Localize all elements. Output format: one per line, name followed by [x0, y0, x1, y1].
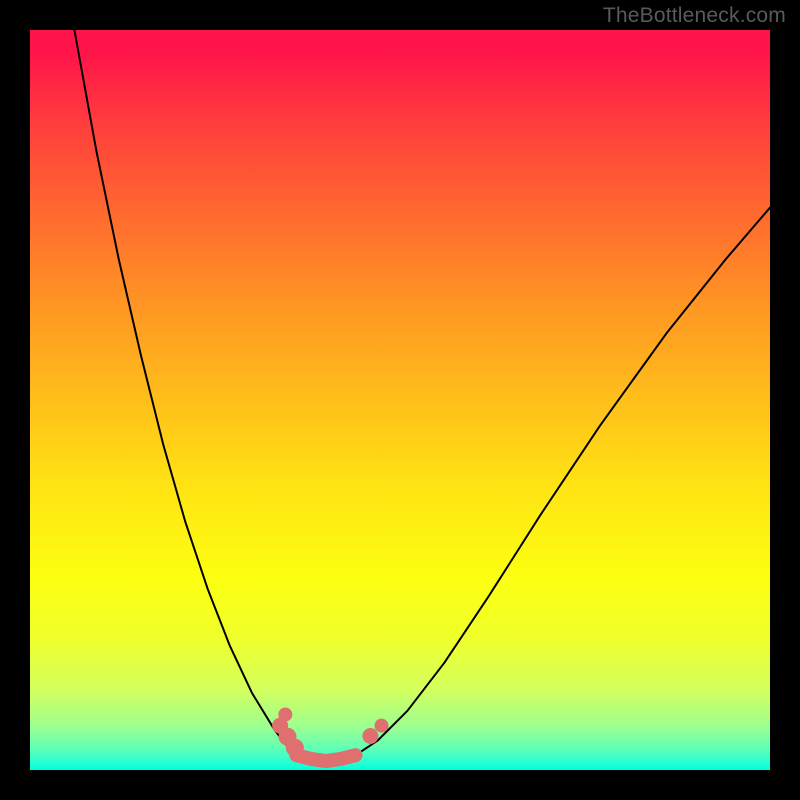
marker-right-marker-2 — [375, 719, 389, 733]
series-left-branch — [74, 30, 296, 755]
marker-left-cluster-4 — [278, 708, 292, 722]
marker-left-cluster-3 — [286, 739, 304, 757]
chart-frame: TheBottleneck.com — [0, 0, 800, 800]
marker-layer — [272, 708, 388, 757]
series-layer — [74, 30, 770, 761]
series-right-branch — [356, 208, 770, 756]
series-flat-valley — [296, 755, 355, 761]
chart-svg — [30, 30, 770, 770]
marker-right-marker-1 — [362, 728, 378, 744]
watermark-text: TheBottleneck.com — [603, 4, 786, 28]
plot-area — [30, 30, 770, 770]
